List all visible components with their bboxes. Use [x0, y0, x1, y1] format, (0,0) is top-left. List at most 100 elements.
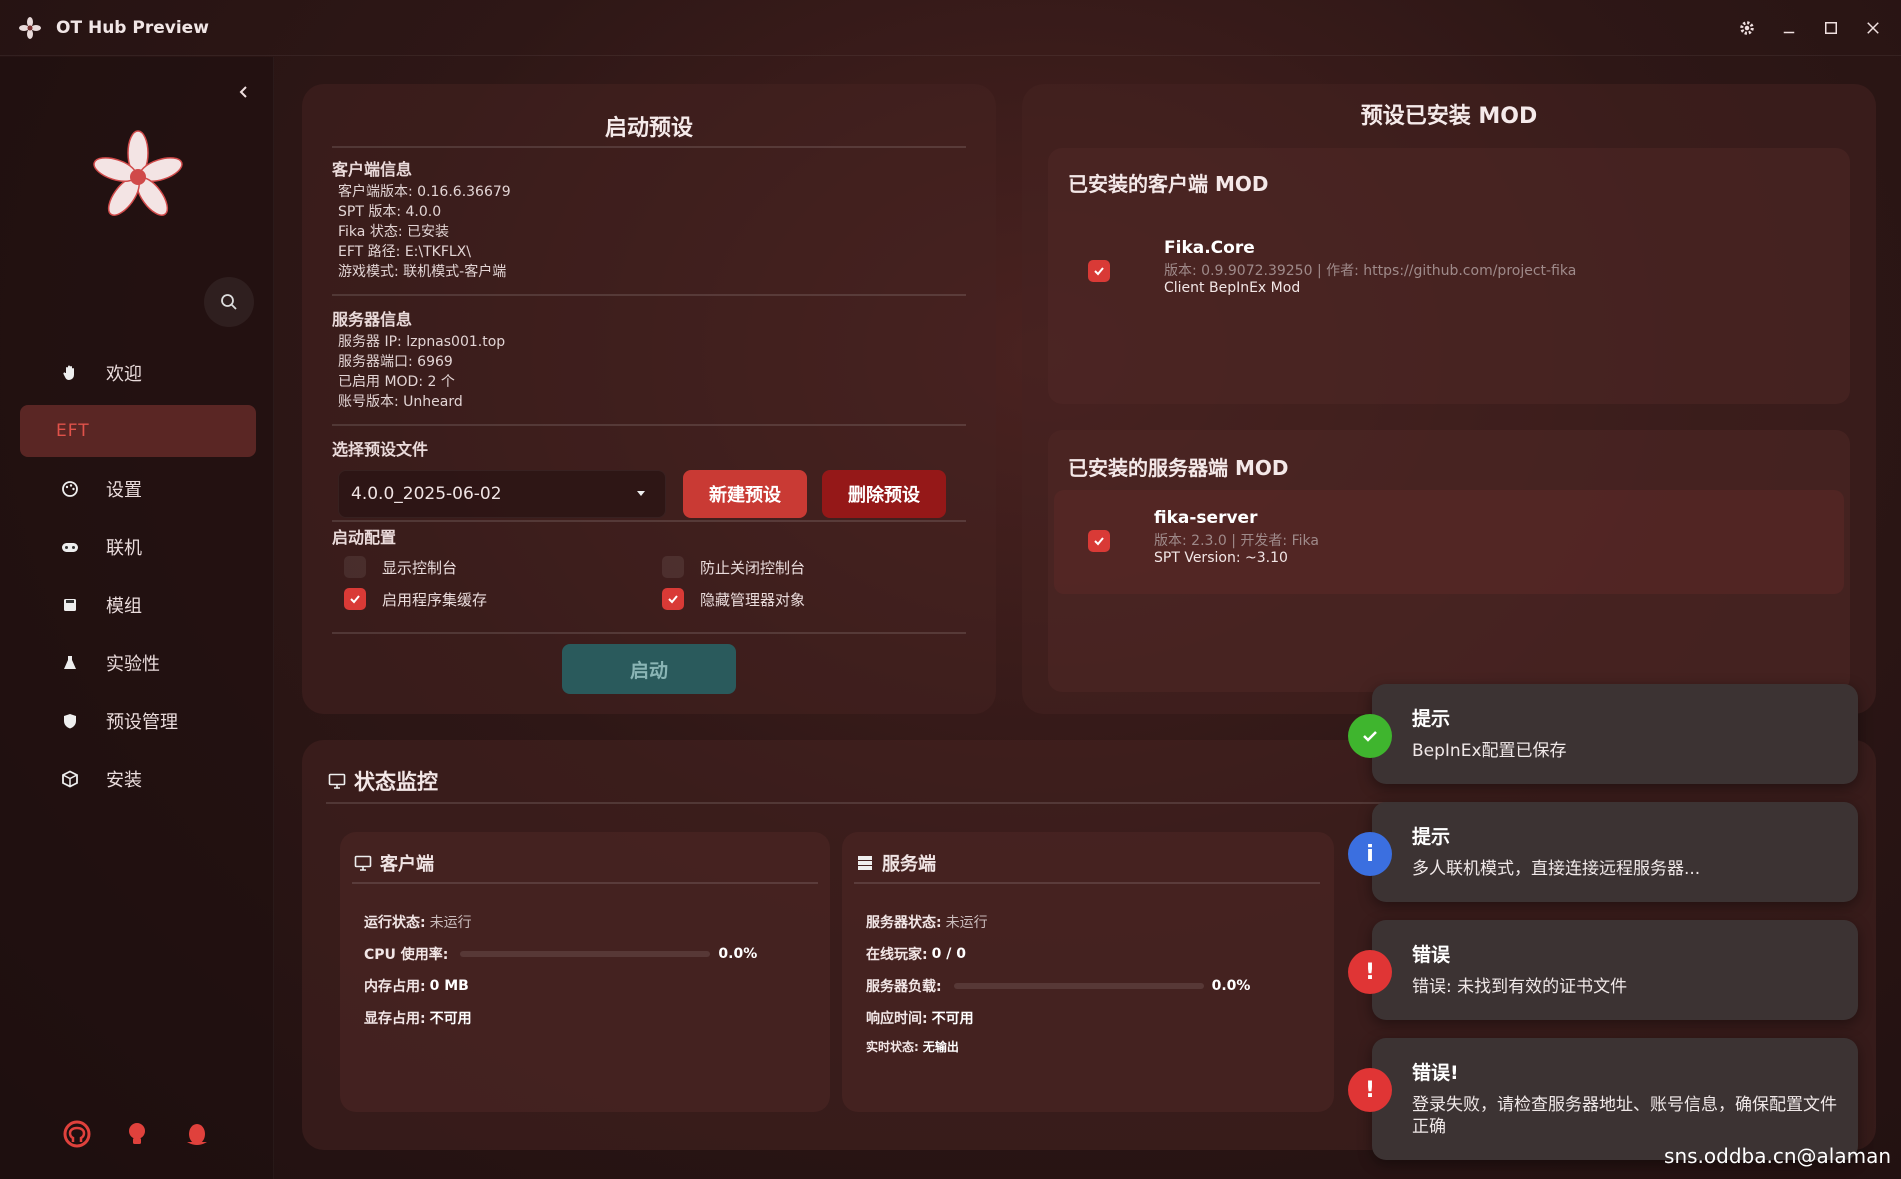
divider: [352, 882, 818, 884]
close-icon[interactable]: [1859, 10, 1887, 46]
settings-gear-icon[interactable]: [1733, 10, 1761, 46]
save-icon: [60, 595, 80, 615]
server-mods-title: 已安装的服务器端 MOD: [1068, 456, 1289, 480]
gamepad-icon: [60, 537, 80, 557]
cpu-usage-bar: [460, 951, 711, 957]
client-mods-section: 已安装的客户端 MOD Fika.Core 版本: 0.9.9072.39250…: [1048, 148, 1850, 404]
watermark: sns.oddba.cn@alaman: [1664, 1144, 1891, 1168]
check-icon: [668, 595, 678, 604]
qq-penguin-icon[interactable]: [182, 1119, 212, 1149]
client-info-line: SPT 版本: 4.0.0: [338, 204, 442, 220]
sidebar-item-settings[interactable]: 设置: [20, 463, 256, 515]
window-title: OT Hub Preview: [56, 17, 209, 38]
delete-preset-button[interactable]: 删除预设: [822, 470, 946, 518]
toast-notification[interactable]: ! 错误 错误: 未找到有效的证书文件: [1348, 920, 1858, 1020]
launch-card-title: 启动预设: [604, 116, 693, 141]
mod-item[interactable]: Fika.Core 版本: 0.9.9072.39250 | 作者: https…: [1054, 224, 1844, 328]
option-show-console[interactable]: 显示控制台: [344, 556, 457, 578]
mod-meta: 版本: 0.9.9072.39250 | 作者: https://github.…: [1164, 263, 1577, 279]
toast-notification[interactable]: i 提示 多人联机模式，直接连接远程服务器...: [1348, 802, 1858, 902]
launch-preset-card: 启动预设 客户端信息 客户端版本: 0.16.6.36679 SPT 版本: 4…: [302, 84, 996, 714]
server-info-line: 服务器 IP: lzpnas001.top: [338, 334, 506, 350]
mod-name: Fika.Core: [1164, 238, 1255, 258]
checkbox-checked[interactable]: [1088, 530, 1110, 552]
server-response-time: 响应时间: 不可用: [866, 1011, 974, 1027]
server-players: 在线玩家: 0 / 0: [866, 946, 966, 963]
checkbox[interactable]: [662, 556, 684, 578]
client-info-line: 游戏模式: 联机模式-客户端: [338, 264, 507, 280]
collapse-sidebar-chevron-icon[interactable]: [232, 77, 256, 107]
box-icon: [60, 769, 80, 789]
toast-title: 提示: [1412, 826, 1451, 848]
new-preset-button[interactable]: 新建预设: [683, 470, 807, 518]
title-bar: OT Hub Preview: [0, 0, 1901, 56]
toast-message: BepInEx配置已保存: [1412, 741, 1567, 761]
server-info-line: 服务器端口: 6969: [338, 354, 453, 370]
minimize-icon[interactable]: [1775, 10, 1803, 46]
hand-icon: [60, 363, 80, 383]
sidebar-item-online[interactable]: 联机: [20, 521, 256, 573]
checkbox-checked[interactable]: [344, 588, 366, 610]
search-icon[interactable]: [204, 277, 254, 327]
client-status-panel: 客户端 运行状态: 未运行 CPU 使用率: 0.0% 内存占用: 0 MB 显存占…: [340, 832, 830, 1112]
sidebar-item-experimental[interactable]: 实验性: [20, 637, 256, 689]
app-logo-icon: [19, 16, 41, 39]
flask-icon: [60, 653, 80, 673]
server-info-line: 账号版本: Unheard: [338, 394, 463, 410]
installed-mods-card: 预设已安装 MOD 已安装的客户端 MOD Fika.Core 版本: 0.9.…: [1022, 84, 1876, 714]
mod-name: fika-server: [1154, 508, 1258, 528]
monitor-icon: [328, 773, 346, 789]
toast-notification[interactable]: ! 错误! 登录失败，请检查服务器地址、账号信息，确保配置文件正确: [1348, 1038, 1858, 1160]
client-mods-title: 已安装的客户端 MOD: [1068, 172, 1269, 196]
toast-message: 多人联机模式，直接连接远程服务器...: [1412, 859, 1701, 879]
client-vram: 显存占用: 不可用: [364, 1011, 472, 1027]
sidebar-item-install[interactable]: 安装: [20, 753, 256, 805]
client-cpu-usage: CPU 使用率: 0.0%: [364, 946, 758, 963]
client-info-title: 客户端信息: [332, 160, 413, 179]
error-exclamation-icon: !: [1348, 950, 1392, 994]
checkbox-checked[interactable]: [1088, 260, 1110, 282]
server-panel-title: 服务端: [856, 850, 936, 876]
sidebar-item-presets[interactable]: 预设管理: [20, 695, 256, 747]
server-load-bar: [953, 983, 1204, 989]
toast-title: 错误: [1412, 944, 1451, 966]
server-state: 服务器状态: 未运行: [866, 915, 988, 931]
divider: [332, 146, 966, 148]
preset-select-value: 4.0.0_2025-06-02: [351, 484, 502, 504]
client-info-line: EFT 路径: E:\TKFLX\: [338, 244, 471, 260]
toast-title: 错误!: [1412, 1062, 1459, 1084]
option-hide-manager-object[interactable]: 隐藏管理器对象: [662, 588, 805, 610]
server-load: 服务器负载: 0.0%: [866, 978, 1251, 995]
preset-select[interactable]: 4.0.0_2025-06-02: [338, 470, 666, 518]
chevron-down-icon: [637, 491, 645, 496]
client-memory: 内存占用: 0 MB: [364, 978, 469, 995]
server-info-title: 服务器信息: [332, 310, 413, 329]
toast-notification[interactable]: 提示 BepInEx配置已保存: [1348, 684, 1858, 784]
server-icon: [858, 856, 872, 870]
check-icon: [350, 595, 360, 604]
shield-icon: [60, 711, 80, 731]
client-panel-title: 客户端: [354, 850, 434, 876]
mod-item[interactable]: fika-server 版本: 2.3.0 | 开发者: Fika SPT Ve…: [1054, 490, 1844, 594]
maximize-icon[interactable]: [1817, 10, 1845, 46]
option-prevent-close-console[interactable]: 防止关闭控制台: [662, 556, 805, 578]
start-button[interactable]: 启动: [562, 644, 736, 694]
server-status-panel: 服务端 服务器状态: 未运行 在线玩家: 0 / 0 服务器负载: 0.0% 响应时…: [842, 832, 1334, 1112]
brand-flower-logo: [93, 130, 183, 216]
divider: [326, 802, 1486, 804]
check-icon: [1094, 537, 1104, 546]
github-icon[interactable]: [62, 1119, 92, 1149]
sidebar-item-mods[interactable]: 模组: [20, 579, 256, 631]
toast-title: 提示: [1412, 708, 1451, 730]
server-live-state: 实时状态: 无输出: [866, 1040, 959, 1054]
checkbox[interactable]: [344, 556, 366, 578]
monitor-icon: [354, 855, 372, 871]
sidebar-item-eft[interactable]: EFT: [20, 405, 256, 457]
lightbulb-icon[interactable]: [122, 1119, 152, 1149]
checkbox-checked[interactable]: [662, 588, 684, 610]
sidebar-item-welcome[interactable]: 欢迎: [20, 347, 256, 399]
sidebar: 欢迎 EFT 设置 联机 模组 实验性 预设管理 安装: [0, 57, 274, 1179]
option-assembly-cache[interactable]: 启用程序集缓存: [344, 588, 487, 610]
divider: [332, 632, 966, 634]
divider: [332, 294, 966, 296]
